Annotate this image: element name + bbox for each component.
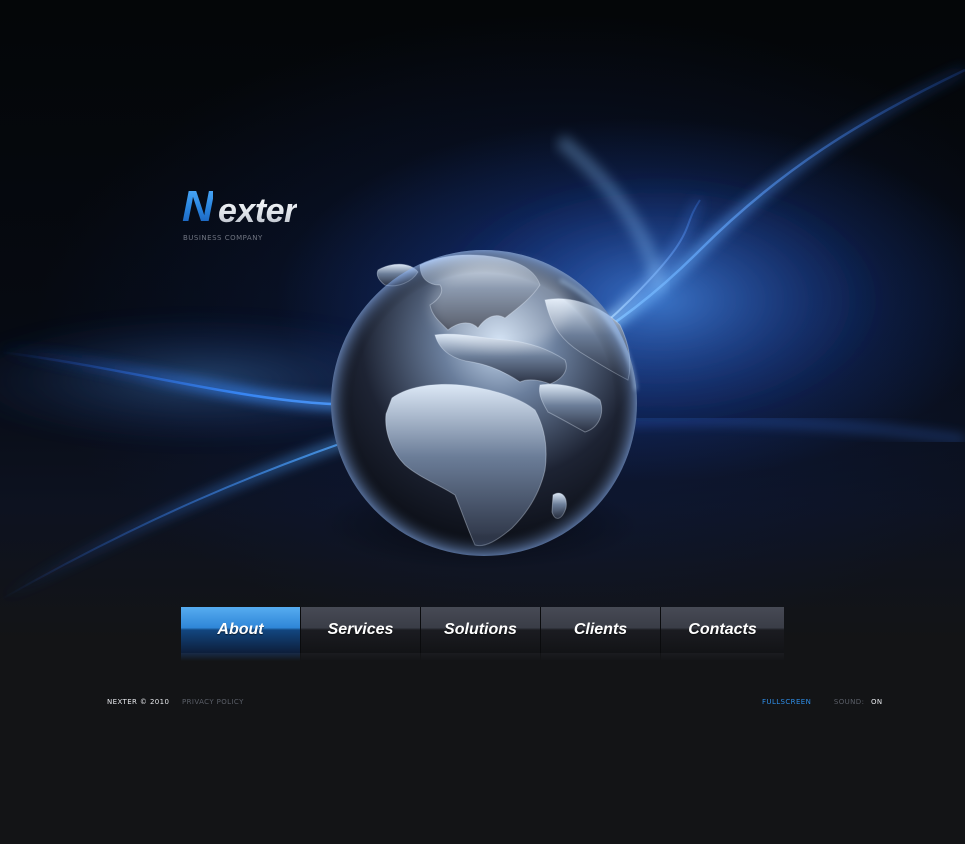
sound-label: SOUND: — [833, 698, 865, 706]
sound-toggle[interactable]: ON — [871, 698, 883, 706]
nav-item-reflection — [541, 653, 660, 661]
nav-item-reflection — [661, 653, 784, 661]
footer-right: FULLSCREEN SOUND: ON — [762, 698, 883, 706]
privacy-policy-link[interactable]: PRIVACY POLICY — [182, 698, 244, 706]
site-logo[interactable]: N exter BUSINESS COMPANY — [182, 183, 352, 247]
copyright-text: NEXTER © 2010 — [107, 698, 170, 706]
nav-item-label: Solutions — [444, 621, 517, 638]
background-artwork — [0, 65, 965, 604]
nav-item-label: Contacts — [688, 621, 757, 638]
logo-mark: N — [182, 182, 214, 231]
nav-item-services[interactable]: Services — [301, 607, 421, 661]
nav-item-label: Services — [327, 621, 394, 638]
footer-left: NEXTER © 2010 PRIVACY POLICY — [107, 698, 244, 706]
nav-item-reflection — [181, 653, 300, 661]
nav-item-contacts[interactable]: Contacts — [661, 607, 784, 661]
nav-item-solutions[interactable]: Solutions — [421, 607, 541, 661]
fullscreen-toggle[interactable]: FULLSCREEN — [762, 698, 811, 706]
nav-item-label: About — [217, 621, 264, 638]
globe-icon — [331, 250, 638, 556]
nav-item-reflection — [421, 653, 540, 661]
main-navigation: About Services Solutions Clients Contact… — [181, 607, 784, 661]
nav-item-about[interactable]: About — [181, 607, 301, 661]
nav-item-label: Clients — [573, 621, 628, 638]
nav-item-clients[interactable]: Clients — [541, 607, 661, 661]
logo-wordmark: exter — [218, 192, 297, 230]
nav-item-reflection — [301, 653, 420, 661]
logo-tagline: BUSINESS COMPANY — [183, 234, 263, 242]
page-background: N exter BUSINESS COMPANY About Services … — [0, 0, 965, 844]
